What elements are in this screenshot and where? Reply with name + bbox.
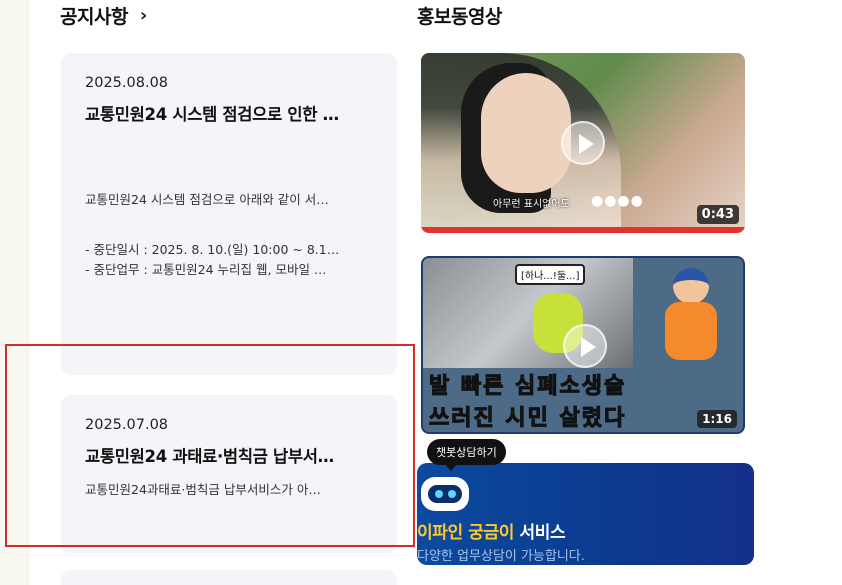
- notice-summary: 교통민원24과태료·범칙금 납부서비스가 아…: [85, 482, 321, 497]
- chatbot-headline: 이파인 궁금이 서비스: [417, 518, 566, 543]
- notice-date: 2025.08.08: [85, 75, 169, 91]
- notice-summary: 교통민원24 시스템 점검으로 아래와 같이 서…: [85, 192, 329, 207]
- notice-title-text[interactable]: 교통민원24 시스템 점검으로 인한 …: [85, 101, 373, 125]
- dots-icon: ●●●●: [591, 193, 644, 209]
- video-caption: 아무런 표시없어도: [493, 199, 570, 210]
- notice-title-text[interactable]: 교통민원24 과태료·범칙금 납부서…: [85, 443, 373, 467]
- chatbot-headline-accent: 이파인 궁금이: [417, 523, 514, 543]
- video-duration: 1:16: [697, 410, 737, 428]
- chatbot-subtitle: 다양한 업무상담이 가능합니다.: [417, 549, 585, 564]
- video-thumbnail[interactable]: [하나...!둘...] 발 빠른 심폐소생술 쓰러진 시민 살렸다 1:16: [421, 256, 745, 434]
- notice-title: 공지사항: [60, 6, 128, 28]
- notice-card[interactable]: 2025.08.08 교통민원24 시스템 점검으로 인한 … 교통민원24 시…: [61, 53, 397, 375]
- notice-detail-line: - 중단업무 : 교통민원24 누리집 웹, 모바일 …: [85, 262, 327, 277]
- notice-card[interactable]: 2025.07.08 교통민원24 과태료·범칙금 납부서… 교통민원24과태료…: [61, 395, 397, 553]
- play-icon[interactable]: [561, 121, 605, 165]
- video-duration: 0:43: [696, 205, 739, 224]
- left-background-strip: [0, 0, 30, 585]
- notice-detail-line: - 중단일시 : 2025. 8. 10.(일) 10:00 ~ 8.1…: [85, 242, 340, 257]
- chatbot-banner[interactable]: 이파인 궁금이 서비스 다양한 업무상담이 가능합니다.: [417, 463, 754, 565]
- notice-date: 2025.07.08: [85, 417, 169, 433]
- police-cartoon-icon: [661, 268, 721, 363]
- chevron-right-icon[interactable]: ›: [140, 5, 147, 26]
- notice-section-header[interactable]: 공지사항 ›: [60, 2, 147, 29]
- video-tag: [하나...!둘...]: [515, 264, 586, 285]
- video-thumbnail[interactable]: 아무런 표시없어도 ●●●● 0:43: [421, 53, 745, 233]
- person-face-image: [481, 73, 571, 193]
- video-headline: 쓰러진 시민 살렸다: [428, 406, 627, 432]
- notice-card[interactable]: [61, 570, 397, 585]
- chatbot-robot-icon: [421, 477, 469, 511]
- play-icon[interactable]: [563, 324, 607, 368]
- chatbot-headline-rest: 서비스: [513, 523, 566, 543]
- video-headline: 발 빠른 심폐소생술: [428, 374, 627, 400]
- chatbot-tooltip[interactable]: 챗봇상담하기: [427, 439, 506, 471]
- video-section-title: 홍보동영상: [417, 6, 502, 28]
